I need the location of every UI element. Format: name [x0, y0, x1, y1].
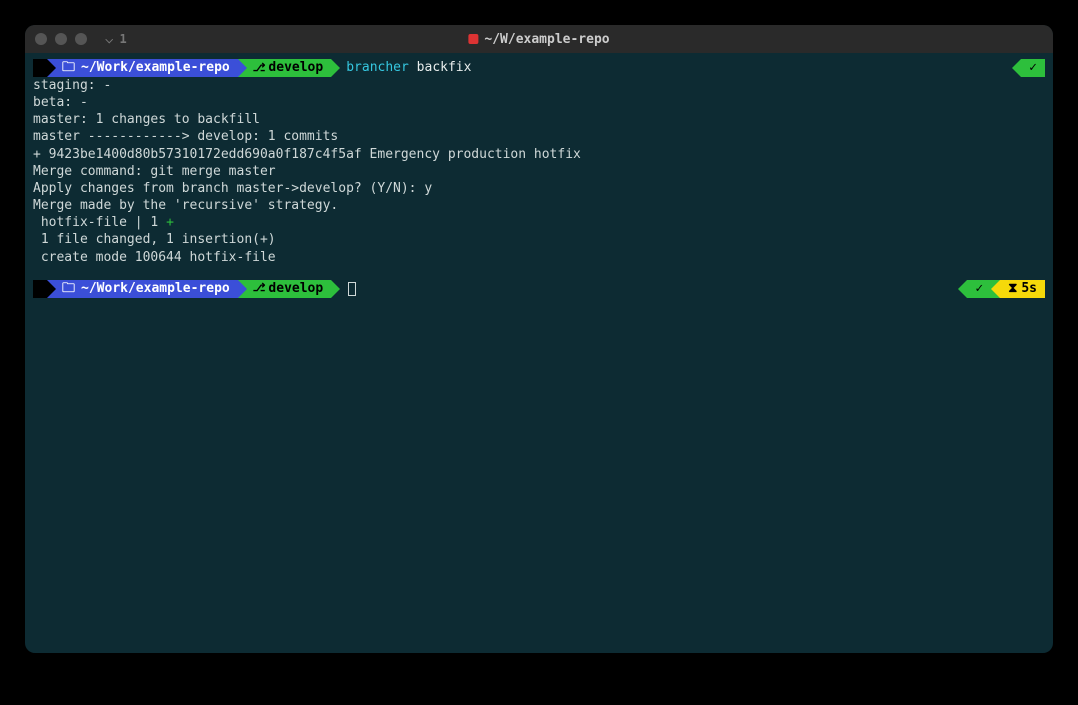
chevron-icon — [991, 280, 1000, 298]
terminal-window: ⌵ 1 ~/W/example-repo 🗀 ~/Work/example-rep… — [25, 25, 1053, 653]
title-status-icon — [468, 34, 478, 44]
duration-value: 5s — [1021, 280, 1037, 297]
chevron-icon — [238, 280, 247, 298]
cursor[interactable] — [348, 282, 356, 296]
status-ok-badge: ✓ — [1021, 59, 1045, 77]
output-line: hotfix-file | 1 + — [33, 214, 1045, 231]
prompt-git-segment: ⎇develop — [247, 280, 331, 298]
output-line: Merge command: git merge master — [33, 163, 1045, 180]
output-line: 1 file changed, 1 insertion(+) — [33, 231, 1045, 248]
title-path: ~/W/example-repo — [484, 32, 609, 47]
output-line: + 9423be1400d80b57310172edd690a0f187c4f5… — [33, 146, 1045, 163]
tab-indicator[interactable]: ⌵ 1 — [105, 31, 127, 47]
chevron-icon — [331, 59, 340, 77]
folder-icon: 🗀 — [62, 280, 75, 297]
traffic-lights — [35, 33, 87, 45]
output-line: master: 1 changes to backfill — [33, 111, 1045, 128]
prompt-git-segment: ⎇develop — [247, 59, 331, 77]
chevron-icon — [331, 280, 340, 298]
output-line: master ------------> develop: 1 commits — [33, 128, 1045, 145]
output-line: beta: - — [33, 94, 1045, 111]
prompt-path-segment: 🗀 ~/Work/example-repo — [56, 280, 238, 298]
close-button[interactable] — [35, 33, 47, 45]
git-branch-icon: ⎇ — [253, 281, 266, 296]
diff-file: hotfix-file | 1 — [33, 215, 166, 230]
output-line: create mode 100644 hotfix-file — [33, 249, 1045, 266]
folder-icon: 🗀 — [62, 59, 75, 76]
right-badges: ✓ — [1012, 59, 1045, 77]
chevron-icon — [1012, 59, 1021, 77]
prompt-path-segment: 🗀 ~/Work/example-repo — [56, 59, 238, 77]
window-titlebar[interactable]: ⌵ 1 ~/W/example-repo — [25, 25, 1053, 53]
check-icon: ✓ — [975, 280, 983, 297]
tab-number: 1 — [119, 32, 126, 46]
prompt-path: ~/Work/example-repo — [81, 59, 230, 76]
chevron-icon — [958, 280, 967, 298]
chevron-icon — [47, 280, 56, 298]
maximize-button[interactable] — [75, 33, 87, 45]
minimize-button[interactable] — [55, 33, 67, 45]
prompt-branch: develop — [268, 59, 323, 76]
output-line: Apply changes from branch master->develo… — [33, 180, 1045, 197]
prompt-line-1: 🗀 ~/Work/example-repo ⎇develop brancher b… — [33, 59, 1045, 77]
prompt-line-2: 🗀 ~/Work/example-repo ⎇develop ✓ ⧗5s — [33, 280, 1045, 298]
spacer — [33, 266, 1045, 280]
prompt-path: ~/Work/example-repo — [81, 280, 230, 297]
prompt-os-segment — [33, 59, 47, 77]
chevron-icon — [47, 59, 56, 77]
diff-plus: + — [166, 215, 174, 230]
prompt-branch: develop — [268, 280, 323, 297]
duration-badge: ⧗5s — [1000, 280, 1045, 298]
terminal-body[interactable]: 🗀~/Work/example-repo ⎇develop brancher b… — [25, 53, 1053, 653]
command-input[interactable]: brancher backfix — [346, 59, 471, 76]
right-badges: ✓ ⧗5s — [958, 280, 1045, 298]
output-line: staging: - — [33, 77, 1045, 94]
output-line: Merge made by the 'recursive' strategy. — [33, 197, 1045, 214]
cmd-tool: brancher — [346, 60, 409, 75]
hourglass-icon: ⧗ — [1008, 280, 1017, 297]
window-title: ~/W/example-repo — [468, 32, 609, 47]
chevron-icon — [238, 59, 247, 77]
prompt-os-segment — [33, 280, 47, 298]
check-icon: ✓ — [1029, 59, 1037, 76]
tab-split-icon: ⌵ — [105, 31, 113, 47]
git-branch-icon: ⎇ — [253, 61, 266, 76]
status-ok-badge: ✓ — [967, 280, 991, 298]
cmd-arg: backfix — [417, 60, 472, 75]
